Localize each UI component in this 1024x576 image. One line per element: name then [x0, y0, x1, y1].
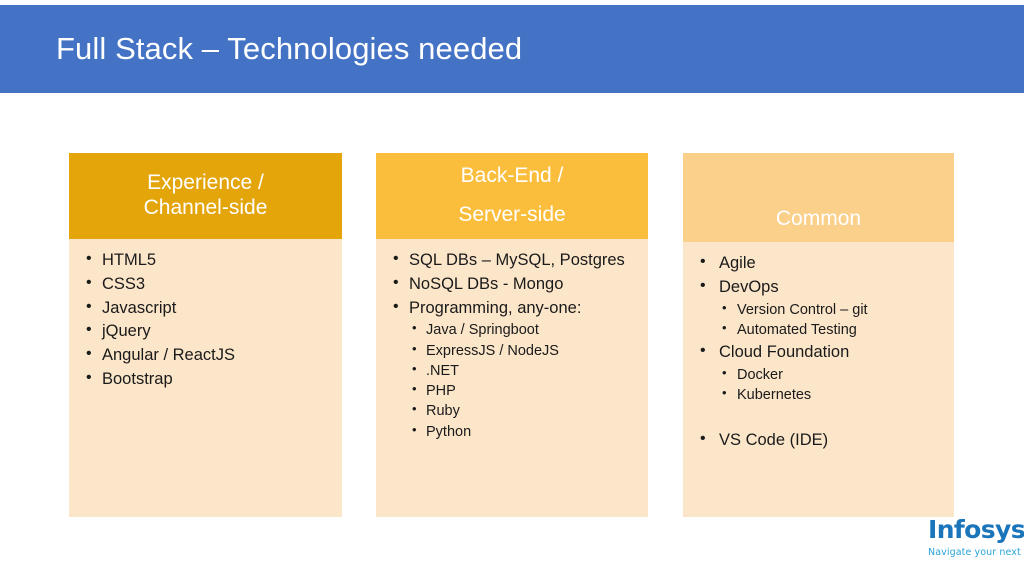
list-item-label: Cloud Foundation — [719, 343, 850, 362]
list-item: Bootstrap — [83, 367, 334, 391]
sub-list-item-label: PHP — [426, 383, 456, 400]
list-item: Angular / ReactJS — [83, 343, 334, 367]
card-backend-header-line-2: Server-side — [458, 203, 566, 226]
backend-sublist: Java / Springboot ExpressJS / NodeJS .NE… — [409, 319, 640, 442]
card-experience-header-line-1: Experience / — [147, 171, 264, 195]
list-item: Agile — [697, 251, 946, 275]
backend-list: SQL DBs – MySQL, Postgres NoSQL DBs - Mo… — [390, 248, 640, 443]
sub-list-item-label: Python — [426, 423, 472, 440]
list-item-label: CSS3 — [102, 274, 146, 293]
list-item: NoSQL DBs - Mongo — [390, 272, 640, 296]
slide-canvas: Full Stack – Technologies needed Experie… — [0, 0, 1024, 576]
list-item: Javascript — [83, 296, 334, 320]
list-item-label: VS Code (IDE) — [719, 431, 829, 450]
list-item-label: Bootstrap — [102, 369, 173, 388]
list-item: Cloud Foundation Docker Kubernetes — [697, 340, 946, 406]
list-item: jQuery — [83, 319, 334, 343]
list-item: VS Code (IDE) — [697, 428, 946, 452]
card-experience: Experience / Channel-side HTML5 CSS3 Jav… — [69, 153, 342, 517]
card-experience-header: Experience / Channel-side — [69, 153, 342, 239]
sub-list-item: Ruby — [409, 400, 640, 421]
card-backend-header: Back-End / Server-side — [376, 153, 648, 239]
sub-list-item-label: .NET — [426, 362, 460, 379]
slide-title-bar: Full Stack – Technologies needed — [0, 5, 1024, 93]
sub-list-item-label: Java / Springboot — [426, 322, 539, 339]
sub-list-item: ExpressJS / NodeJS — [409, 340, 640, 361]
list-item-label: SQL DBs – MySQL, Postgres — [409, 251, 625, 269]
card-common-header: Common — [683, 153, 954, 242]
sub-list-item: Java / Springboot — [409, 319, 640, 340]
infosys-logo: Infosys® Navigate your next — [928, 517, 1024, 567]
sub-list-item: PHP — [409, 380, 640, 401]
sub-list-item-label: Version Control – git — [737, 301, 868, 318]
list-item-label: Angular / ReactJS — [102, 346, 235, 365]
sub-list-item: .NET — [409, 360, 640, 381]
list-item-label: DevOps — [719, 277, 779, 296]
list-item-label: Agile — [719, 254, 756, 272]
list-item-label: Programming, any-one: — [409, 298, 582, 317]
list-item-label: Javascript — [102, 298, 177, 317]
sub-list-item-label: Ruby — [426, 403, 460, 420]
sub-list-item: Python — [409, 421, 640, 442]
card-common-header-line-1: Common — [775, 207, 862, 231]
list-item-label: jQuery — [102, 322, 151, 341]
card-backend-header-line-1: Back-End / — [460, 164, 564, 188]
list-item-label: HTML5 — [102, 251, 157, 269]
sub-list-item-label: Automated Testing — [737, 321, 857, 338]
infosys-tagline: Navigate your next — [928, 547, 1021, 558]
experience-list: HTML5 CSS3 Javascript jQuery Angular / R… — [83, 248, 334, 391]
sub-list-item: Version Control – git — [719, 299, 946, 320]
sub-list-item: Automated Testing — [719, 319, 946, 340]
devops-sublist: Version Control – git Automated Testing — [719, 299, 946, 341]
sub-list-item-label: ExpressJS / NodeJS — [426, 342, 559, 359]
sub-list-item-label: Kubernetes — [737, 387, 812, 404]
infosys-wordmark: Infosys® — [928, 517, 1024, 542]
card-backend-body: SQL DBs – MySQL, Postgres NoSQL DBs - Mo… — [376, 239, 648, 517]
card-experience-header-line-2: Channel-side — [143, 196, 268, 219]
sub-list-item: Kubernetes — [719, 384, 946, 405]
card-common: Common Agile DevOps Version Control – gi… — [683, 153, 954, 517]
sub-list-item-label: Docker — [737, 366, 783, 383]
infosys-wordmark-text: Infosys — [928, 515, 1024, 544]
card-common-body: Agile DevOps Version Control – git Autom… — [683, 242, 954, 517]
list-item: SQL DBs – MySQL, Postgres — [390, 248, 640, 272]
card-experience-body: HTML5 CSS3 Javascript jQuery Angular / R… — [69, 239, 342, 517]
sub-list-item: Docker — [719, 364, 946, 385]
common-list: Agile DevOps Version Control – git Autom… — [697, 251, 946, 452]
list-item: HTML5 — [83, 248, 334, 272]
card-backend: Back-End / Server-side SQL DBs – MySQL, … — [376, 153, 648, 517]
list-item: DevOps Version Control – git Automated T… — [697, 275, 946, 341]
cloud-sublist: Docker Kubernetes — [719, 364, 946, 406]
list-item: CSS3 — [83, 272, 334, 296]
list-item: Programming, any-one: Java / Springboot … — [390, 296, 640, 443]
slide-title: Full Stack – Technologies needed — [56, 31, 523, 66]
list-spacer — [697, 406, 946, 428]
list-item-label: NoSQL DBs - Mongo — [409, 274, 564, 293]
